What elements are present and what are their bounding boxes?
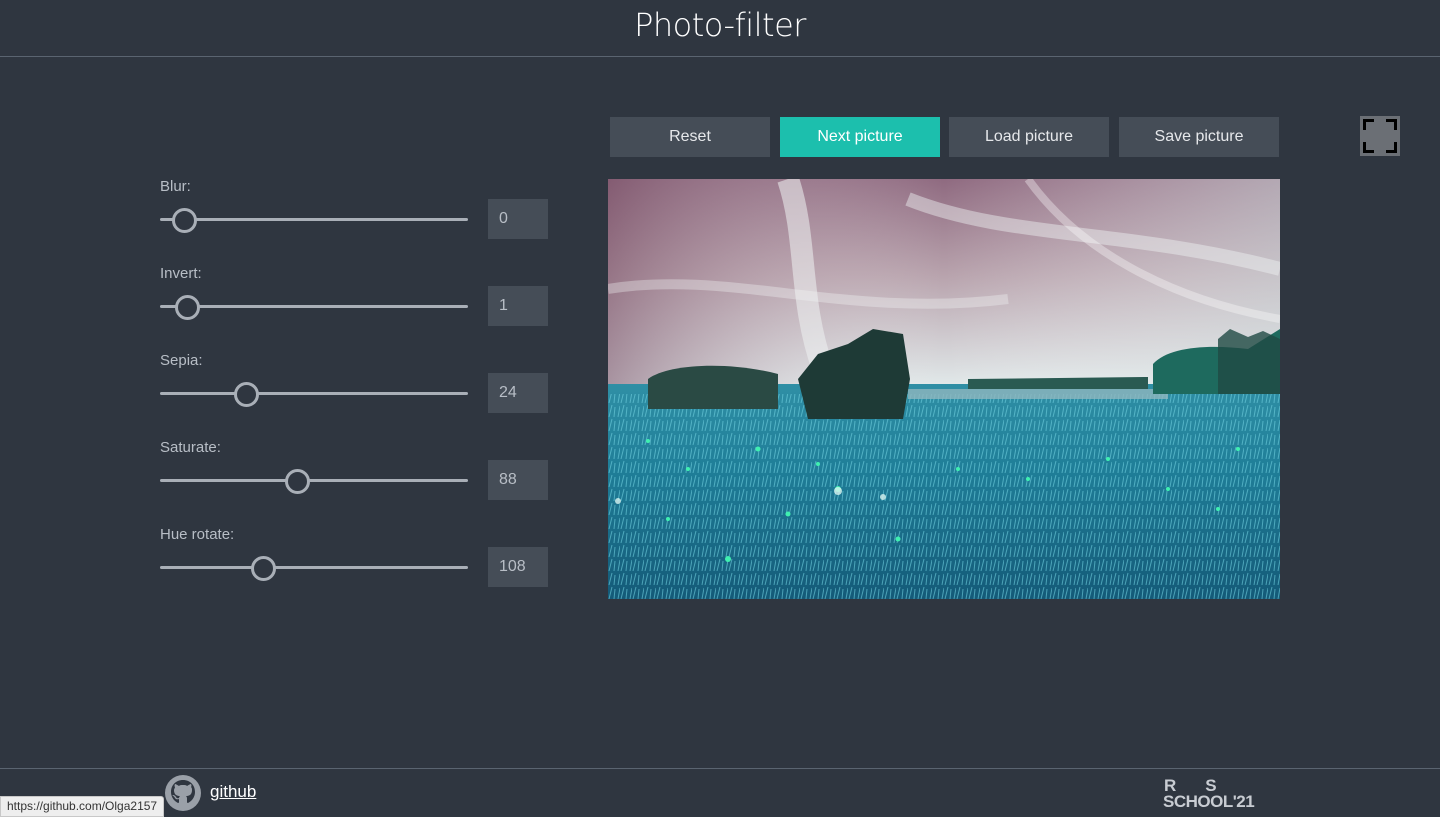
slider-thumb[interactable] [251,556,276,581]
reset-button[interactable]: Reset [610,117,770,157]
filter-value-output: 24 [488,373,548,413]
fullscreen-corner [1363,142,1374,153]
next-picture-button[interactable]: Next picture [780,117,940,157]
slider-track[interactable] [160,566,468,569]
load-picture-button[interactable]: Load picture [949,117,1109,157]
filter-blur: Blur: 0 [160,175,550,262]
filter-label: Sepia: [160,352,203,369]
filter-label: Invert: [160,265,202,282]
filter-label: Saturate: [160,439,221,456]
filtered-photo [608,179,1280,599]
github-icon[interactable] [165,775,201,811]
filter-hue-rotate: Hue rotate: 108 [160,523,550,610]
filter-invert: Invert: 1 [160,262,550,349]
filter-label: Blur: [160,178,191,195]
save-picture-button[interactable]: Save picture [1119,117,1279,157]
app-footer: github RS SCHOOL'21 [0,768,1440,817]
logo-line-2: SCHOOL'21 [1163,792,1255,811]
filter-value-output: 108 [488,547,548,587]
filter-saturate: Saturate: 88 [160,436,550,523]
fullscreen-corner [1386,119,1397,130]
slider-thumb[interactable] [285,469,310,494]
filter-value-output: 0 [488,199,548,239]
fullscreen-corner [1386,142,1397,153]
browser-status-bar: https://github.com/Olga2157 [0,796,165,817]
filter-label: Hue rotate: [160,526,235,543]
fullscreen-corner [1363,119,1374,130]
github-link[interactable]: github [210,782,256,802]
page-title: Photo-filter [634,6,806,44]
slider-track[interactable] [160,218,468,221]
filter-sepia: Sepia: 24 [160,349,550,436]
slider-track[interactable] [160,479,468,482]
slider-track[interactable] [160,305,468,308]
filter-value-output: 88 [488,460,548,500]
rs-school-logo[interactable]: RS SCHOOL'21 [1163,776,1278,812]
slider-thumb[interactable] [175,295,200,320]
fullscreen-icon[interactable] [1360,116,1400,156]
app-header: Photo-filter [0,0,1440,57]
slider-thumb[interactable] [234,382,259,407]
slider-track[interactable] [160,392,468,395]
filter-value-output: 1 [488,286,548,326]
slider-thumb[interactable] [172,208,197,233]
